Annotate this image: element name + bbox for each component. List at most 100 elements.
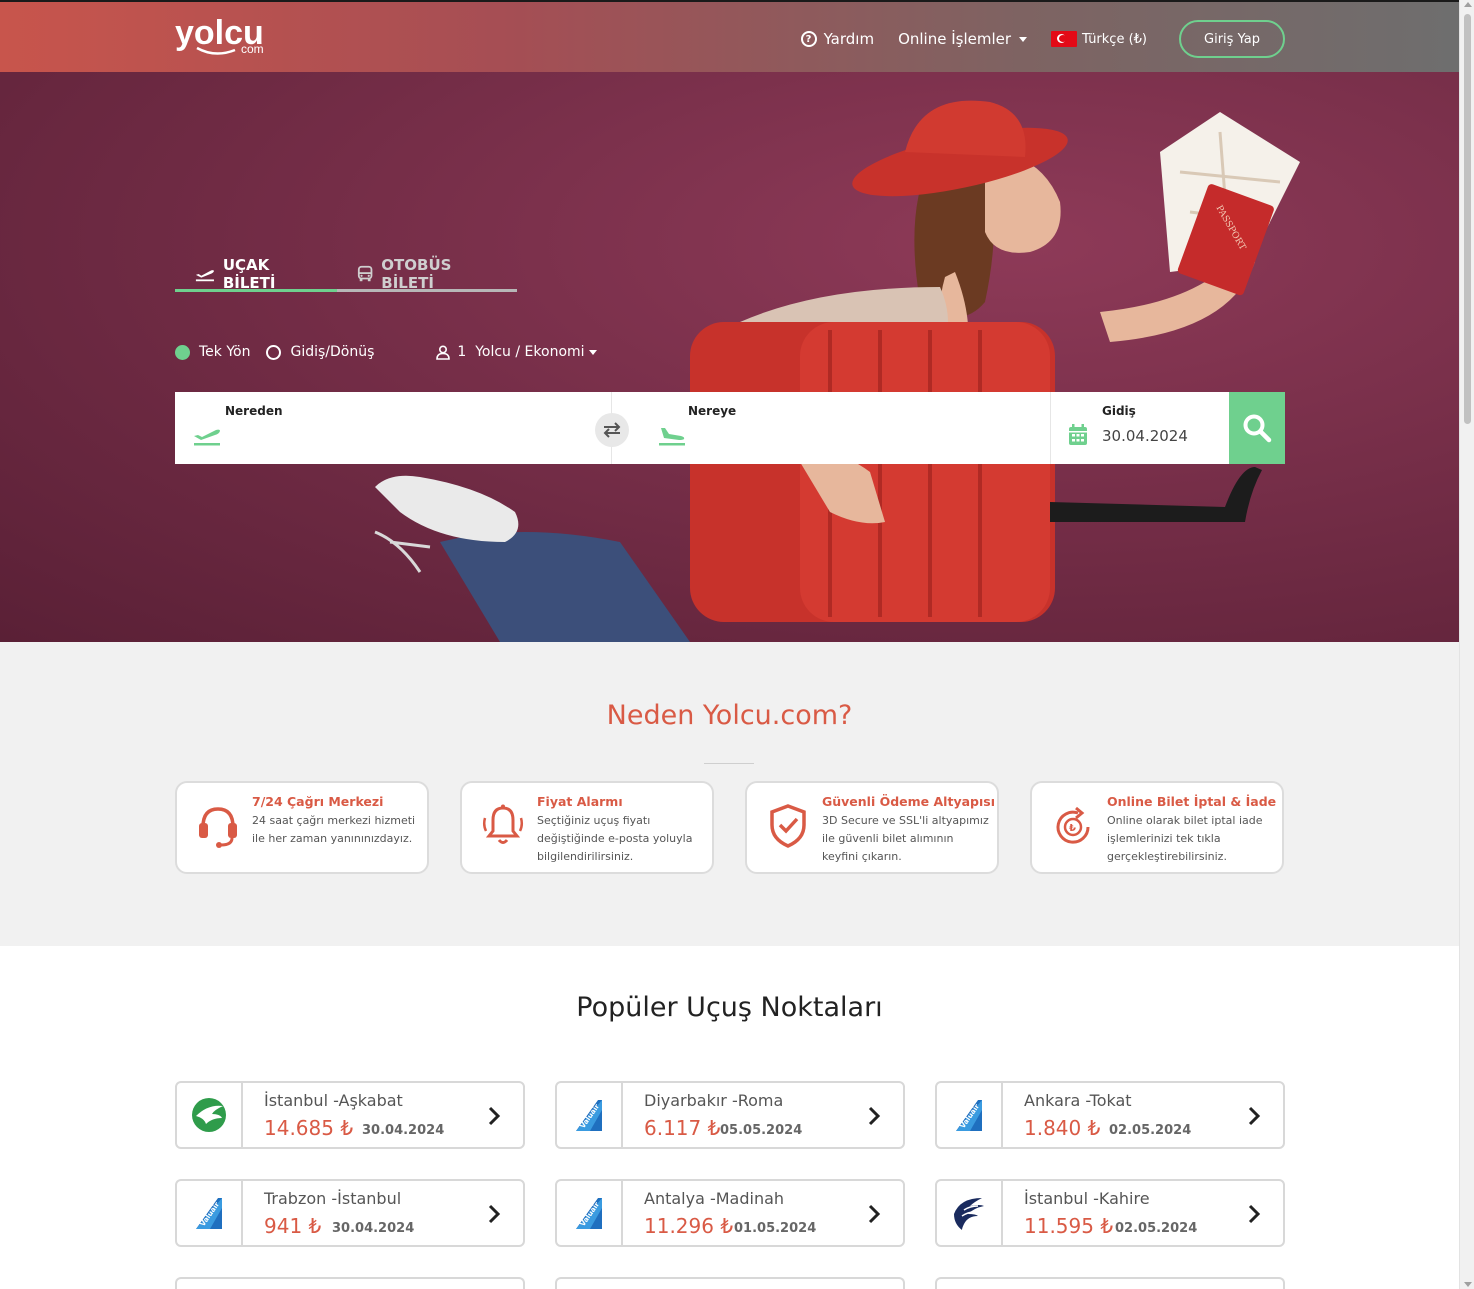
route-name: Diyarbakır -Roma <box>644 1091 784 1110</box>
valuair-icon: Valuair <box>196 1198 222 1229</box>
airline-logo: Valuair <box>177 1181 243 1245</box>
feature-card: Fiyat Alarmı Seçtiğiniz uçuş fiyatı deği… <box>460 781 714 874</box>
popular-title: Popüler Uçuş Noktaları <box>576 992 883 1023</box>
airline-logo: Valuair <box>557 1181 623 1245</box>
trip-options: Tek Yön Gidiş/Dönüş 1 Yolcu / Ekonomi <box>175 344 597 360</box>
chevron-right-icon <box>868 1106 881 1126</box>
tab-flight-label: UÇAK BİLETİ <box>222 255 276 292</box>
radio-checked-icon <box>175 344 190 360</box>
help-link[interactable]: ? Yardım <box>800 30 875 48</box>
online-operations-menu[interactable]: Online İşlemler <box>898 30 1028 48</box>
logo-sub: com <box>241 42 264 56</box>
route-card-partial[interactable] <box>935 1277 1285 1289</box>
route-price: 11.595 ₺ <box>1024 1214 1114 1238</box>
from-input[interactable] <box>225 422 585 452</box>
scroll-down-arrow-icon[interactable] <box>1464 1282 1472 1287</box>
route-card[interactable]: Valuair Trabzon -İstanbul 941 ₺ 30.04.20… <box>175 1179 525 1247</box>
round-trip-label: Gidiş/Dönüş <box>290 344 375 360</box>
route-price: 1.840 ₺ <box>1024 1116 1101 1140</box>
departure-date-field[interactable]: Gidiş 30.04.2024 <box>1051 392 1229 464</box>
route-card[interactable]: İstanbul -Kahire 11.595 ₺ 02.05.2024 <box>935 1179 1285 1247</box>
to-input[interactable] <box>688 422 1028 452</box>
tab-flight[interactable]: UÇAK BİLETİ <box>175 255 338 292</box>
to-field[interactable]: Nereye <box>612 392 1051 464</box>
feature-card: Güvenli Ödeme Altyapısı 3D Secure ve SSL… <box>745 781 999 874</box>
scrollbar-thumb[interactable] <box>1464 14 1471 424</box>
airline-logo: Valuair <box>937 1083 1003 1147</box>
route-card[interactable]: Valuair Antalya -Madinah 11.296 ₺ 01.05.… <box>555 1179 905 1247</box>
search-icon <box>1243 414 1272 443</box>
route-date: 30.04.2024 <box>362 1123 445 1138</box>
egyptair-icon <box>954 1198 984 1230</box>
svg-text:₺: ₺ <box>1069 823 1076 834</box>
login-button[interactable]: Giriş Yap <box>1179 20 1285 58</box>
one-way-label: Tek Yön <box>199 344 251 360</box>
passenger-label: 1 Yolcu / Ekonomi <box>457 344 585 360</box>
feature-desc: 3D Secure ve SSL'li altyapımız ile güven… <box>822 814 989 863</box>
chevron-right-icon <box>1248 1204 1261 1224</box>
route-date: 30.04.2024 <box>332 1221 415 1236</box>
top-nav: ? Yardım Online İşlemler Türkçe (₺) Giri… <box>777 20 1285 58</box>
route-card[interactable]: İstanbul -Aşkabat 14.685 ₺ 30.04.2024 <box>175 1081 525 1149</box>
chevron-down-icon <box>588 349 597 355</box>
date-label: Gidiş <box>1102 404 1136 418</box>
plane-takeoff-icon <box>194 429 220 446</box>
feature-title: 7/24 Çağrı Merkezi <box>252 794 384 809</box>
chevron-right-icon <box>1248 1106 1261 1126</box>
passenger-class-dropdown[interactable]: 1 Yolcu / Ekonomi <box>436 344 597 360</box>
ticket-type-tabs: UÇAK BİLETİ OTOBÜS BİLETİ <box>175 255 517 292</box>
route-name: Antalya -Madinah <box>644 1189 785 1208</box>
help-label: Yardım <box>823 30 875 48</box>
route-date: 01.05.2024 <box>734 1221 817 1236</box>
route-name: İstanbul -Kahire <box>1024 1189 1150 1208</box>
title-divider <box>704 763 754 764</box>
route-price: 6.117 ₺ <box>644 1116 721 1140</box>
airline-logo: Valuair <box>557 1083 623 1147</box>
shield-check-icon <box>770 804 806 848</box>
plane-icon <box>195 269 214 281</box>
to-label: Nereye <box>688 404 737 418</box>
scroll-up-arrow-icon[interactable] <box>1464 2 1472 7</box>
route-card-partial[interactable] <box>175 1277 525 1289</box>
route-price: 14.685 ₺ <box>264 1116 354 1140</box>
question-circle-icon: ? <box>800 31 817 47</box>
search-button[interactable] <box>1229 392 1285 464</box>
refund-icon: ₺ <box>1056 806 1090 844</box>
why-section: Neden Yolcu.com? 7/24 Çağrı Merkezi 24 s… <box>0 642 1459 946</box>
page-scrollbar[interactable] <box>1459 0 1474 1289</box>
language-selector[interactable]: Türkçe (₺) <box>1051 31 1147 47</box>
hero-section: PASSPORT UÇAK BİLETİ OTOBÜS BİLETİ Tek Y… <box>0 72 1459 642</box>
user-icon <box>436 344 451 360</box>
feature-card: 7/24 Çağrı Merkezi 24 saat çağrı merkezi… <box>175 781 429 874</box>
route-date: 02.05.2024 <box>1109 1123 1192 1138</box>
feature-desc: 24 saat çağrı merkezi hizmeti ile her za… <box>252 814 416 845</box>
route-card-partial[interactable] <box>555 1277 905 1289</box>
language-label: Türkçe (₺) <box>1082 31 1147 47</box>
tab-bus[interactable]: OTOBÜS BİLETİ <box>337 256 517 292</box>
route-date: 05.05.2024 <box>720 1123 803 1138</box>
chevron-down-icon <box>1019 36 1028 42</box>
features-list: 7/24 Çağrı Merkezi 24 saat çağrı merkezi… <box>175 781 1284 874</box>
calendar-icon <box>1069 424 1087 445</box>
headset-icon <box>199 807 237 848</box>
route-card[interactable]: Valuair Diyarbakır -Roma 6.117 ₺ 05.05.2… <box>555 1081 905 1149</box>
route-price: 11.296 ₺ <box>644 1214 734 1238</box>
round-trip-radio[interactable]: Gidiş/Dönüş <box>266 344 374 360</box>
route-date: 02.05.2024 <box>1115 1221 1198 1236</box>
valuair-icon: Valuair <box>956 1100 982 1131</box>
chevron-right-icon <box>868 1204 881 1224</box>
why-title: Neden Yolcu.com? <box>606 700 853 731</box>
valuair-icon: Valuair <box>576 1198 602 1229</box>
site-header: yolcu com ? Yardım Online İşlemler Türkç… <box>0 0 1459 72</box>
from-field[interactable]: Nereden <box>175 392 629 464</box>
route-card[interactable]: Valuair Ankara -Tokat 1.840 ₺ 02.05.2024 <box>935 1081 1285 1149</box>
route-name: İstanbul -Aşkabat <box>264 1091 403 1110</box>
radio-unchecked-icon <box>266 344 282 360</box>
online-operations-label: Online İşlemler <box>898 30 1012 48</box>
route-name: Trabzon -İstanbul <box>264 1189 402 1208</box>
valuair-icon: Valuair <box>576 1100 602 1131</box>
one-way-radio[interactable]: Tek Yön <box>175 344 250 360</box>
chevron-right-icon <box>488 1204 501 1224</box>
yolcu-logo[interactable]: yolcu com <box>175 14 285 60</box>
airline-logo <box>177 1083 243 1147</box>
